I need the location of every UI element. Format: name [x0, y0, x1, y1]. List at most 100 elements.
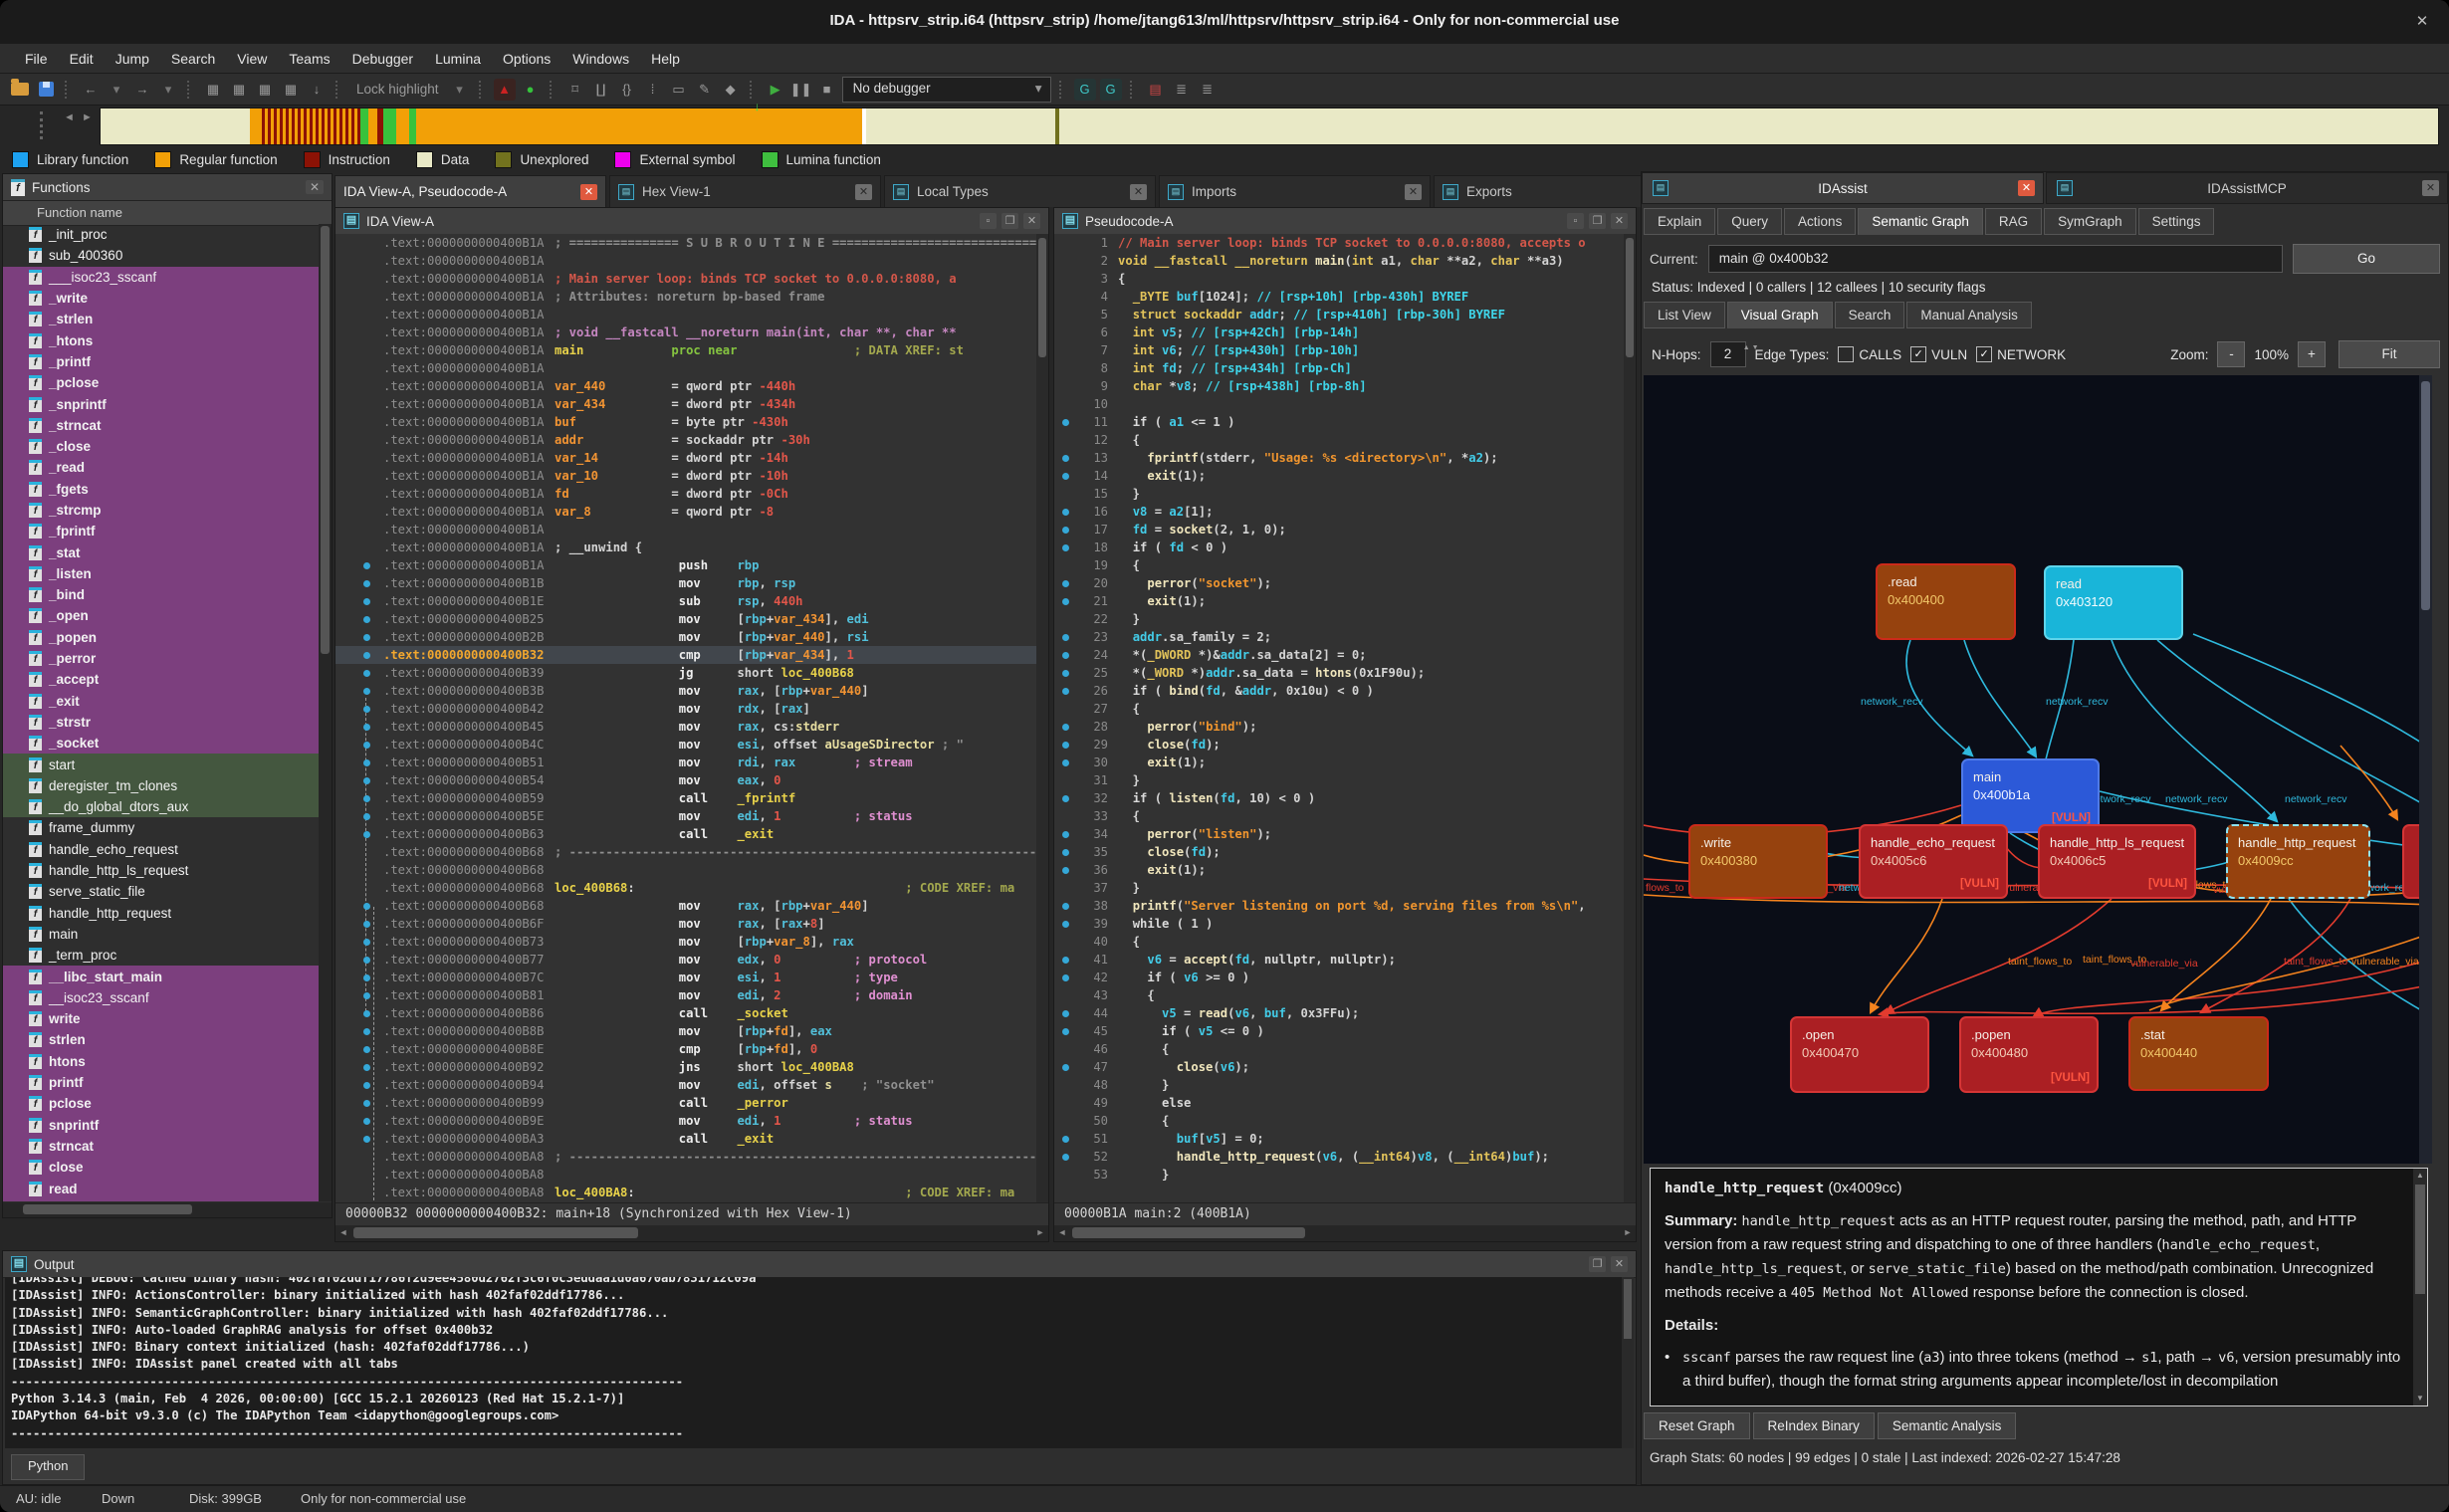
disasm-line[interactable]: .text:0000000000400B63 call _exit [335, 825, 1048, 843]
doc-tab-close-icon[interactable]: ✕ [1130, 184, 1147, 200]
pseudocode-line[interactable]: 52 handle_http_request(v6, (__int64)v8, … [1054, 1148, 1636, 1166]
disasm-line[interactable]: .text:0000000000400B5E mov edi, 1 ; stat… [335, 807, 1048, 825]
functions-horizontal-scrollbar[interactable] [3, 1202, 332, 1217]
semantic-graph-canvas[interactable]: network_recvnetwork_recvnetwork_recvnetw… [1644, 375, 2432, 1164]
pseudocode-line[interactable]: 29 close(fd); [1054, 736, 1636, 754]
disasm-line[interactable]: .text:0000000000400BA8loc_400BA8: ; CODE… [335, 1184, 1048, 1201]
disasm-line[interactable]: .text:0000000000400B1Avar_8 = qword ptr … [335, 503, 1048, 521]
details-scrollbar[interactable]: ▲▼ [2413, 1169, 2427, 1405]
pseudocode-line[interactable]: 22 } [1054, 610, 1636, 628]
disasm-line[interactable]: .text:0000000000400B25 mov [rbp+var_434]… [335, 610, 1048, 628]
pseudocode-line[interactable]: 9 char *v8; // [rsp+438h] [rbp-8h] [1054, 377, 1636, 395]
edit-icon[interactable]: ✎ [694, 79, 716, 101]
pseudocode-line[interactable]: 15 } [1054, 485, 1636, 503]
subtab-query[interactable]: Query [1717, 208, 1782, 235]
disasm-line[interactable]: .text:0000000000400B1A [335, 521, 1048, 539]
open-file-icon[interactable] [11, 83, 29, 96]
current-function-input[interactable]: main @ 0x400b32 [1708, 245, 2283, 273]
disasm-line[interactable]: .text:0000000000400B68 mov rax, [rbp+var… [335, 897, 1048, 915]
disasm-line[interactable]: .text:0000000000400B1Avar_10 = dword ptr… [335, 467, 1048, 485]
disasm-line[interactable]: .text:0000000000400B1A; __unwind { [335, 539, 1048, 556]
disasm-line[interactable]: .text:0000000000400B1A; =============== … [335, 234, 1048, 252]
pseudocode-line[interactable]: 25 *(_WORD *)addr.sa_data = htons(0x1F90… [1054, 664, 1636, 682]
disasm-line[interactable]: .text:0000000000400B77 mov edx, 0 ; prot… [335, 951, 1048, 969]
list1-icon[interactable]: ≣ [1171, 79, 1193, 101]
pseudocode-line[interactable]: 48 } [1054, 1076, 1636, 1094]
ida-view-vertical-scrollbar[interactable] [1036, 234, 1048, 1203]
spinner-arrows-icon[interactable]: ▲ ▼ [1743, 342, 1759, 354]
pseudocode-line[interactable]: 1// Main server loop: binds TCP socket t… [1054, 234, 1636, 252]
pseudocode-line[interactable]: 4 _BYTE buf[1024]; // [rsp+10h] [rbp-430… [1054, 288, 1636, 306]
ida-view-close-icon[interactable]: ✕ [1023, 213, 1040, 229]
disasm-line[interactable]: .text:0000000000400B1Abuf = byte ptr -43… [335, 413, 1048, 431]
navband-arrows-icon[interactable]: ◄ ► [64, 111, 95, 123]
doc-tab-ida-view-a-pseudocode-a[interactable]: IDA View-A, Pseudocode-A✕ [334, 175, 606, 207]
doc-tab-close-icon[interactable]: ✕ [855, 184, 872, 200]
ida-view-horizontal-scrollbar[interactable]: ◄► [335, 1225, 1048, 1241]
python-tab[interactable]: Python [11, 1454, 85, 1480]
function-row[interactable]: fstart [3, 754, 319, 774]
pseudocode-float-icon[interactable]: ▫ [1567, 213, 1584, 229]
subtab-symgraph[interactable]: SymGraph [2044, 208, 2136, 235]
pseudocode-line[interactable]: 45 if ( v5 <= 0 ) [1054, 1022, 1636, 1040]
function-row[interactable]: fprintf [3, 1072, 319, 1093]
function-row[interactable]: f_pclose [3, 372, 319, 393]
pseudocode-line[interactable]: 31 } [1054, 771, 1636, 789]
function-row[interactable]: f_socket [3, 733, 319, 754]
dots-icon[interactable]: ⁞ [642, 79, 664, 101]
disasm-line[interactable]: .text:0000000000400B39 jg short loc_400B… [335, 664, 1048, 682]
graph-node-main[interactable]: main0x400b1a[VULN] [1961, 758, 2100, 833]
disasm-line[interactable]: .text:0000000000400B86 call _socket [335, 1004, 1048, 1022]
pseudocode-line[interactable]: 16 v8 = a2[1]; [1054, 503, 1636, 521]
struct-icon[interactable]: ▦ [228, 79, 250, 101]
function-row[interactable]: f_listen [3, 563, 319, 584]
graph-node-handle_echo_request[interactable]: handle_echo_request0x4005c6[VULN] [1859, 824, 2008, 899]
pseudocode-line[interactable]: 40 { [1054, 933, 1636, 951]
function-row[interactable]: f___isoc23_sscanf [3, 267, 319, 288]
pseudocode-horizontal-scrollbar[interactable]: ◄► [1054, 1225, 1636, 1241]
navband-drag-handle[interactable] [40, 111, 49, 139]
save-icon[interactable] [39, 82, 54, 97]
function-row[interactable]: f_strstr [3, 712, 319, 733]
output-restore-icon[interactable]: ❐ [1589, 1256, 1606, 1272]
graph-g-icon[interactable]: G [1074, 79, 1096, 101]
assist-tab-idassistmcp[interactable]: ▤IDAssistMCP✕ [2046, 172, 2448, 204]
function-row[interactable]: f__do_global_dtors_aux [3, 796, 319, 817]
function-row[interactable]: f_stat [3, 541, 319, 562]
function-row[interactable]: fsub_400360 [3, 245, 319, 266]
viewtab-list-view[interactable]: List View [1644, 302, 1725, 328]
function-row[interactable]: fframe_dummy [3, 817, 319, 838]
doc-tab-close-icon[interactable]: ✕ [1405, 184, 1422, 200]
subtab-explain[interactable]: Explain [1644, 208, 1715, 235]
disasm-line[interactable]: .text:0000000000400B4C mov esi, offset a… [335, 736, 1048, 754]
viewtab-manual-analysis[interactable]: Manual Analysis [1906, 302, 2032, 328]
disasm-line[interactable]: .text:0000000000400B1Avar_14 = dword ptr… [335, 449, 1048, 467]
graph-node-write[interactable]: .write0x400380 [1688, 824, 1828, 899]
function-row[interactable]: fstrncat [3, 1136, 319, 1157]
pseudocode-line[interactable]: 32 if ( listen(fd, 10) < 0 ) [1054, 789, 1636, 807]
disasm-line[interactable]: .text:0000000000400BA8 [335, 1166, 1048, 1184]
pseudocode-line[interactable]: 21 exit(1); [1054, 592, 1636, 610]
pseudocode-line[interactable]: 49 else [1054, 1094, 1636, 1112]
debugger-select[interactable]: No debugger [842, 77, 1051, 103]
subtab-semantic-graph[interactable]: Semantic Graph [1858, 208, 1983, 235]
pseudocode-line[interactable]: 18 if ( fd < 0 ) [1054, 539, 1636, 556]
enum-icon[interactable]: ▦ [254, 79, 276, 101]
function-row[interactable]: f_htons [3, 329, 319, 350]
menu-item-teams[interactable]: Teams [278, 44, 340, 74]
function-row[interactable]: ffgets [3, 1199, 319, 1201]
function-row[interactable]: fread [3, 1178, 319, 1198]
functions-vertical-scrollbar[interactable] [319, 224, 332, 1201]
function-row[interactable]: fderegister_tm_clones [3, 775, 319, 796]
pseudocode-line[interactable]: 34 perror("listen"); [1054, 825, 1636, 843]
back-dropdown-icon[interactable]: ▾ [106, 79, 127, 101]
pseudocode-line[interactable]: 50 { [1054, 1112, 1636, 1130]
disasm-line[interactable]: .text:0000000000400B1A; Attributes: nore… [335, 288, 1048, 306]
menu-item-edit[interactable]: Edit [59, 44, 105, 74]
disasm-line[interactable]: .text:0000000000400B32 cmp [rbp+var_434]… [335, 646, 1048, 664]
disasm-line[interactable]: .text:0000000000400B7C mov esi, 1 ; type [335, 969, 1048, 986]
pseudocode-line[interactable]: 5 struct sockaddr addr; // [rsp+410h] [r… [1054, 306, 1636, 324]
graph-node-handle_http_ls_request[interactable]: handle_http_ls_request0x4006c5[VULN] [2038, 824, 2196, 899]
function-row[interactable]: f_write [3, 288, 319, 309]
function-row[interactable]: fsnprintf [3, 1114, 319, 1135]
